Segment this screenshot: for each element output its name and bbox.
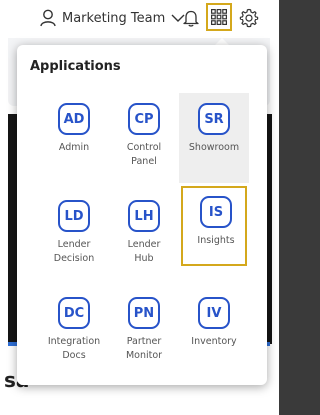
app-tile-lender-hub[interactable]: LH Lender Hub bbox=[109, 190, 179, 280]
lender-decision-icon: LD bbox=[58, 200, 90, 232]
integration-docs-icon: DC bbox=[58, 297, 90, 329]
app-tile-inventory[interactable]: IV Inventory bbox=[179, 287, 249, 377]
lender-hub-icon: LH bbox=[128, 200, 160, 232]
app-label: Partner Monitor bbox=[125, 336, 163, 361]
app-label: Admin bbox=[58, 142, 90, 153]
team-selector[interactable]: Marketing Team bbox=[40, 8, 185, 28]
gear-icon[interactable] bbox=[239, 8, 259, 28]
apps-grid-button[interactable] bbox=[206, 3, 232, 31]
apps-grid-icon bbox=[211, 9, 227, 25]
app-tile-lender-decision[interactable]: LD Lender Decision bbox=[39, 190, 109, 280]
insights-icon: IS bbox=[200, 196, 232, 228]
app-label: Control Panel bbox=[126, 142, 162, 167]
app-tile-admin[interactable]: AD Admin bbox=[39, 93, 109, 183]
applications-dropdown: Applications AD Admin CP Control Panel SR… bbox=[17, 45, 267, 385]
team-label: Marketing Team bbox=[62, 10, 166, 26]
app-tile-showroom[interactable]: SR Showroom bbox=[179, 93, 249, 183]
inventory-icon: IV bbox=[198, 297, 230, 329]
app-label: Inventory bbox=[191, 336, 237, 347]
user-icon bbox=[40, 9, 56, 27]
app-label: Integration Docs bbox=[47, 336, 101, 361]
app-label: Insights bbox=[197, 235, 235, 246]
app-tile-insights[interactable]: IS Insights bbox=[181, 186, 247, 266]
bell-icon[interactable] bbox=[182, 9, 200, 27]
applications-title: Applications bbox=[30, 59, 121, 74]
top-bar: Marketing Team bbox=[0, 0, 279, 38]
control-panel-icon: CP bbox=[128, 103, 160, 135]
app-label: Lender Decision bbox=[53, 239, 95, 264]
app-tile-partner-monitor[interactable]: PN Partner Monitor bbox=[109, 287, 179, 377]
app-tile-integration-docs[interactable]: DC Integration Docs bbox=[39, 287, 109, 377]
partner-monitor-icon: PN bbox=[128, 297, 160, 329]
app-tile-control-panel[interactable]: CP Control Panel bbox=[109, 93, 179, 183]
admin-icon: AD bbox=[58, 103, 90, 135]
app-label: Showroom bbox=[188, 142, 240, 153]
showroom-icon: SR bbox=[198, 103, 230, 135]
app-label: Lender Hub bbox=[127, 239, 161, 264]
